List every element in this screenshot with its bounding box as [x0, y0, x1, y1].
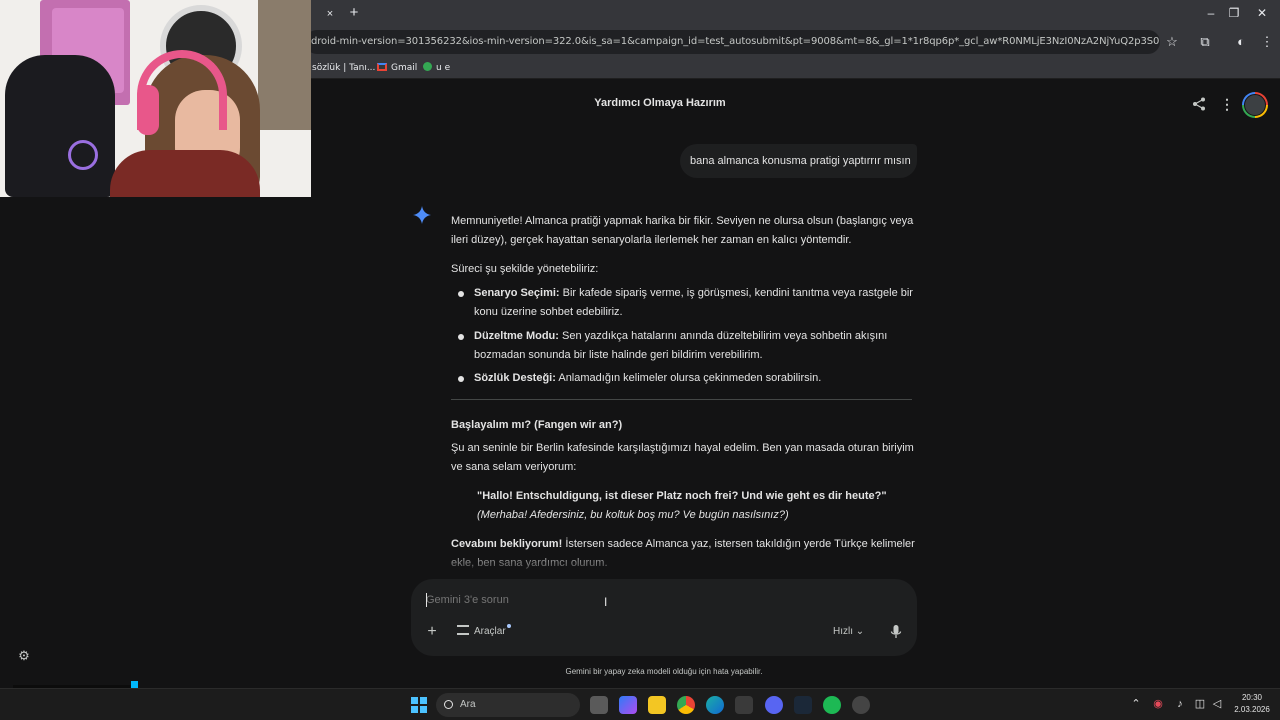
microphone-icon[interactable] [890, 624, 902, 640]
chevron-down-icon: ⌄ [855, 626, 865, 637]
webcam-shelf [258, 0, 311, 130]
bookmark-ue[interactable]: u e [423, 61, 450, 75]
bookmark-sozluk[interactable]: sözlük | Tanı... [312, 61, 375, 75]
tray-app-icon[interactable]: ◉ [1152, 698, 1164, 710]
avatar[interactable] [1242, 92, 1268, 118]
bullet-dot [458, 334, 464, 340]
quote-turkish: (Merhaba! Afedersiniz, bu koltuk boş mu?… [477, 509, 789, 521]
maximize-icon[interactable]: ❐ [1219, 4, 1249, 22]
bullet-dot [458, 291, 464, 297]
user-message: bana almanca konusma pratigi yaptırrır m… [680, 144, 917, 178]
bookmark-gmail-label: Gmail [391, 63, 418, 73]
tools-badge [506, 624, 511, 628]
webcam-headset-earcup [137, 85, 159, 135]
bullet-bold: Sözlük Desteği: [474, 372, 556, 384]
profile-icon[interactable]: ◐ [1232, 33, 1250, 51]
divider [451, 399, 912, 400]
share-icon[interactable] [1191, 96, 1207, 112]
response-process: Süreci şu şekilde yönetebiliriz: [451, 263, 599, 275]
close-window-icon[interactable]: ✕ [1247, 4, 1277, 22]
store-icon[interactable] [735, 696, 753, 714]
prompt-input[interactable] [426, 592, 726, 608]
search-icon [444, 700, 453, 709]
gemini-spark-icon [413, 206, 431, 224]
webcam-chair-logo [68, 140, 98, 170]
new-tab-button[interactable]: + [345, 4, 363, 22]
volume-icon[interactable]: ◁ [1211, 698, 1223, 710]
clock[interactable]: 20:30 2.03.2026 [1228, 692, 1276, 716]
bookmark-ue-label: u e [436, 63, 451, 73]
file-explorer-icon[interactable] [648, 696, 666, 714]
bullet-item: Sözlük Desteği: Anlamadığın kelimeler ol… [474, 369, 914, 388]
tools-label: Araçlar [474, 626, 506, 637]
overlay-indicator [131, 681, 138, 688]
chrome-icon[interactable] [677, 696, 695, 714]
bullet-bold: Düzeltme Modu: [474, 330, 559, 342]
edge-icon[interactable] [706, 696, 724, 714]
more-options-icon[interactable]: ⋮ [1220, 95, 1234, 113]
quote-german: "Hallo! Entschuldigung, ist dieser Platz… [477, 490, 887, 502]
scroll-fade [0, 548, 1280, 578]
task-view-icon[interactable] [590, 696, 608, 714]
bookmark-gmail[interactable]: Gmail [377, 61, 417, 75]
clock-time: 20:30 [1241, 693, 1263, 702]
prompt-box: I + Araçlar Hızlı ⌄ [411, 579, 917, 656]
tools-button[interactable]: Araçlar [457, 624, 511, 640]
gmail-icon [377, 63, 387, 71]
tray-mic-icon[interactable]: ♪ [1174, 698, 1186, 710]
browser-menu-icon[interactable]: ⋮ [1258, 33, 1276, 51]
mouse-ibeam-cursor: I [604, 595, 608, 609]
webcam-person-shirt [110, 150, 260, 197]
bullet-item: Düzeltme Modu: Sen yazdıkça hatalarını a… [474, 327, 914, 365]
avatar-image [1244, 94, 1266, 116]
network-icon[interactable]: ◫ [1194, 698, 1206, 710]
app-icon[interactable] [852, 696, 870, 714]
extensions-icon[interactable]: ⧉ [1196, 33, 1214, 51]
bookmark-dot-icon [423, 62, 432, 71]
chat-title: Yardımcı Olmaya Hazırım [594, 97, 726, 109]
taskbar-search[interactable]: Ara [436, 693, 580, 717]
windows-start-icon[interactable] [411, 697, 427, 713]
spotify-icon[interactable] [823, 696, 841, 714]
clock-date: 2.03.2026 [1234, 705, 1270, 714]
disclaimer: Gemini bir yapay zeka modeli olduğu için… [565, 667, 763, 676]
bookmark-star-icon[interactable]: ☆ [1163, 33, 1181, 51]
bullet-dot [458, 376, 464, 382]
text-caret [426, 593, 427, 607]
response-intro: Memnuniyetle! Almanca pratiği yapmak har… [451, 215, 914, 246]
steam-icon[interactable] [794, 696, 812, 714]
taskbar-search-label: Ara [460, 699, 476, 710]
address-bar[interactable]: droid-min-version=301356232&ios-min-vers… [305, 30, 1160, 54]
bullet-item: Senaryo Seçimi: Bir kafede sipariş verme… [474, 284, 914, 322]
discord-icon[interactable] [765, 696, 783, 714]
tab-close-icon[interactable]: × [322, 6, 338, 22]
speed-label: Hızlı [833, 626, 853, 637]
add-attachment-button[interactable]: + [424, 624, 440, 640]
settings-gear-icon[interactable]: ⚙ [17, 649, 31, 663]
tools-icon [457, 625, 469, 635]
webcam-overlay [0, 0, 311, 197]
model-speed-dropdown[interactable]: Hızlı ⌄ [833, 624, 864, 640]
response-heading: Başlayalım mı? (Fangen wir an?) [451, 419, 623, 431]
webcam-gaming-chair [5, 55, 115, 197]
tray-chevron-icon[interactable]: ⌃ [1130, 698, 1142, 710]
response-scenario: Şu an seninle bir Berlin kafesinde karşı… [451, 442, 914, 473]
bullet-bold: Senaryo Seçimi: [474, 287, 560, 299]
copilot-icon[interactable] [619, 696, 637, 714]
bullet-text: Anlamadığın kelimeler olursa çekinmeden … [555, 372, 822, 384]
taskbar: Ara ⌃ ◉ ♪ ◫ ◁ 20:30 2.03.2026 [0, 688, 1280, 720]
